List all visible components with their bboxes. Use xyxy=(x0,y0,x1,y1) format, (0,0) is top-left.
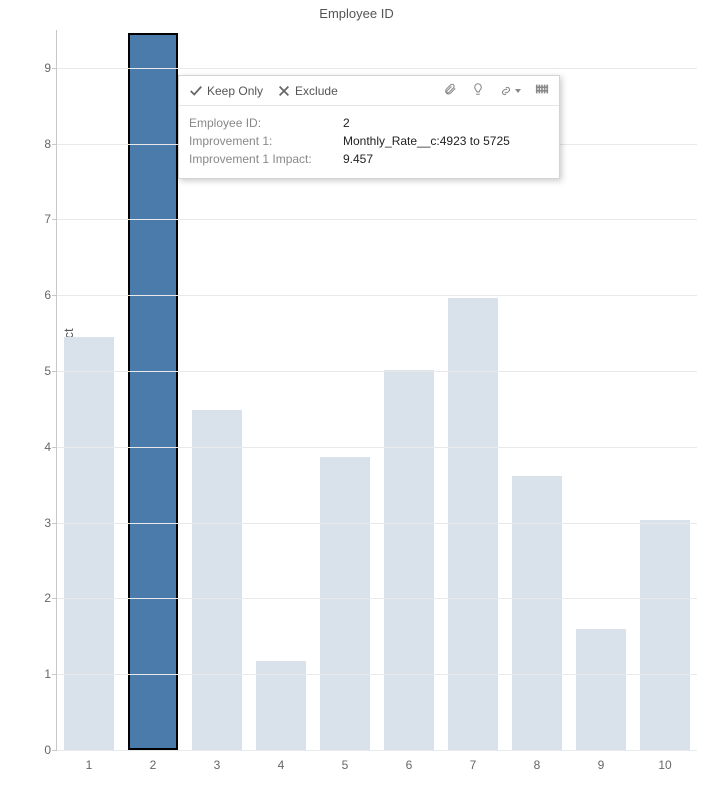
x-tick-label: 1 xyxy=(86,758,93,772)
bar-slot: 2 xyxy=(121,30,185,750)
bar[interactable] xyxy=(640,520,690,750)
y-tick-mark xyxy=(52,144,57,145)
bar-slot: 1 xyxy=(57,30,121,750)
grid-line xyxy=(57,750,697,751)
y-tick-mark xyxy=(52,750,57,751)
tooltip-row: Employee ID:2 xyxy=(189,114,549,132)
tooltip-row: Improvement 1:Monthly_Rate__c:4923 to 57… xyxy=(189,132,549,150)
paperclip-icon xyxy=(443,82,457,96)
x-tick-label: 7 xyxy=(470,758,477,772)
grid-line xyxy=(57,68,697,69)
tooltip-value: Monthly_Rate__c:4923 to 5725 xyxy=(343,132,510,150)
x-tick-label: 6 xyxy=(406,758,413,772)
tooltip-key: Improvement 1: xyxy=(189,132,339,150)
bar[interactable] xyxy=(192,410,242,750)
tooltip-row: Improvement 1 Impact:9.457 xyxy=(189,150,549,168)
attach-button[interactable] xyxy=(443,82,457,99)
y-tick-label: 2 xyxy=(44,591,51,605)
y-tick-label: 6 xyxy=(44,288,51,302)
exclude-label: Exclude xyxy=(295,84,338,98)
y-tick-label: 8 xyxy=(44,137,51,151)
tooltip-key: Improvement 1 Impact: xyxy=(189,150,339,168)
bar[interactable] xyxy=(448,298,498,750)
x-tick-label: 2 xyxy=(150,758,157,772)
grid-line xyxy=(57,523,697,524)
bar[interactable] xyxy=(576,629,626,750)
link-icon xyxy=(499,84,513,98)
x-tick-label: 8 xyxy=(534,758,541,772)
bar[interactable] xyxy=(384,370,434,750)
keep-only-button[interactable]: Keep Only xyxy=(189,84,263,98)
y-tick-mark xyxy=(52,371,57,372)
link-dropdown-button[interactable] xyxy=(499,84,521,98)
bar-slot: 10 xyxy=(633,30,697,750)
x-tick-label: 3 xyxy=(214,758,221,772)
tooltip-body: Employee ID:2Improvement 1:Monthly_Rate_… xyxy=(179,106,559,178)
grid-line xyxy=(57,371,697,372)
tooltip-value: 2 xyxy=(343,114,350,132)
y-tick-label: 0 xyxy=(44,743,51,757)
keep-only-label: Keep Only xyxy=(207,84,263,98)
x-tick-label: 10 xyxy=(658,758,671,772)
chart-container: Employee ID Improvement 1 Impact 1234567… xyxy=(0,0,713,785)
idea-button[interactable] xyxy=(471,82,485,99)
grid-line xyxy=(57,598,697,599)
view-data-button[interactable] xyxy=(535,82,549,99)
y-tick-label: 9 xyxy=(44,61,51,75)
y-tick-label: 4 xyxy=(44,440,51,454)
lightbulb-icon xyxy=(471,82,485,96)
y-tick-mark xyxy=(52,219,57,220)
close-icon xyxy=(277,84,291,98)
y-tick-mark xyxy=(52,68,57,69)
y-tick-label: 3 xyxy=(44,516,51,530)
y-tick-mark xyxy=(52,523,57,524)
tooltip-value: 9.457 xyxy=(343,150,373,168)
grid-line xyxy=(57,447,697,448)
x-tick-label: 5 xyxy=(342,758,349,772)
tooltip-key: Employee ID: xyxy=(189,114,339,132)
chart-title: Employee ID xyxy=(0,6,713,21)
bar-slot: 9 xyxy=(569,30,633,750)
grid-line xyxy=(57,219,697,220)
bar[interactable] xyxy=(320,457,370,750)
y-tick-mark xyxy=(52,674,57,675)
grid-line xyxy=(57,295,697,296)
tooltip-toolbar: Keep Only Exclude xyxy=(179,76,559,106)
bar[interactable] xyxy=(128,33,178,750)
x-tick-label: 4 xyxy=(278,758,285,772)
bar[interactable] xyxy=(512,476,562,750)
grid-line xyxy=(57,674,697,675)
y-tick-label: 7 xyxy=(44,212,51,226)
tooltip: Keep Only Exclude xyxy=(178,75,560,179)
chevron-down-icon xyxy=(515,89,521,93)
y-tick-mark xyxy=(52,447,57,448)
y-tick-label: 5 xyxy=(44,364,51,378)
x-tick-label: 9 xyxy=(598,758,605,772)
bar[interactable] xyxy=(64,337,114,750)
y-tick-label: 1 xyxy=(44,667,51,681)
y-tick-mark xyxy=(52,295,57,296)
check-icon xyxy=(189,84,203,98)
grid-icon xyxy=(535,82,549,96)
y-tick-mark xyxy=(52,598,57,599)
exclude-button[interactable]: Exclude xyxy=(277,84,338,98)
